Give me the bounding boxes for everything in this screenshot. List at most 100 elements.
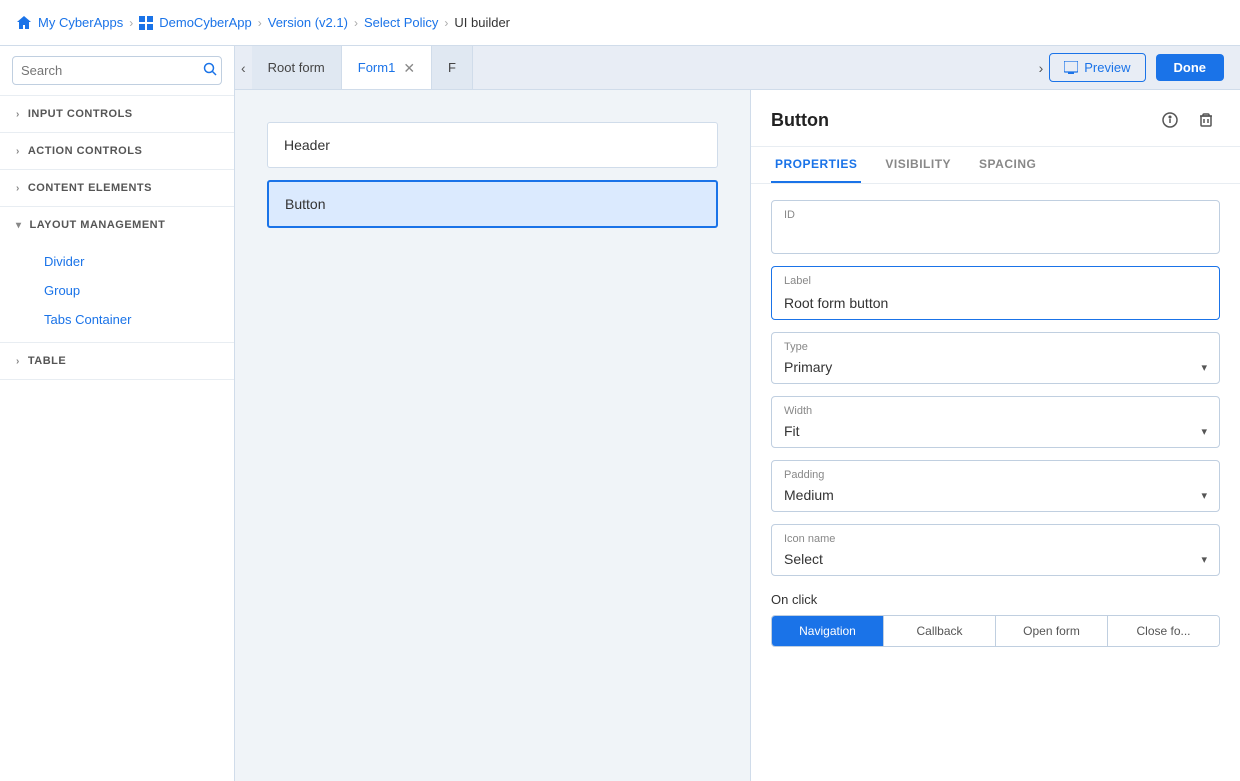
sidebar-section-input-controls: › INPUT CONTROLS <box>0 96 234 133</box>
tab-f[interactable]: F <box>432 46 473 89</box>
panel-tabs: PROPERTIES VISIBILITY SPACING <box>751 147 1240 184</box>
on-click-tab-navigation-label: Navigation <box>799 624 856 638</box>
sidebar-item-divider[interactable]: Divider <box>32 247 234 276</box>
canvas-header-label: Header <box>284 137 330 153</box>
tab-visibility[interactable]: VISIBILITY <box>881 147 955 183</box>
chevron-down-icon-layout: ▾ <box>16 220 22 231</box>
chevron-down-icon-padding: ▾ <box>1201 489 1207 502</box>
content-row: Header Button Button <box>235 90 1240 781</box>
sidebar-item-tabs-container[interactable]: Tabs Container <box>32 305 234 334</box>
canvas-button-label: Button <box>285 196 325 212</box>
field-width[interactable]: Width Fit ▾ <box>771 396 1220 448</box>
panel-content: ID Label Type Primary ▾ <box>751 184 1240 781</box>
tab-spacing[interactable]: SPACING <box>975 147 1040 183</box>
sidebar-section-header-action-controls[interactable]: › ACTION CONTROLS <box>0 133 234 169</box>
info-button[interactable] <box>1156 106 1184 134</box>
field-id: ID <box>771 200 1220 254</box>
sidebar-section-label-table: TABLE <box>28 355 66 367</box>
delete-button[interactable] <box>1192 106 1220 134</box>
on-click-label: On click <box>771 592 1220 607</box>
field-label: Label <box>771 266 1220 320</box>
sidebar-section-action-controls: › ACTION CONTROLS <box>0 133 234 170</box>
search-input[interactable] <box>21 63 197 78</box>
done-button[interactable]: Done <box>1156 54 1225 81</box>
canvas-button-element[interactable]: Button <box>267 180 718 228</box>
sidebar-section-label-action-controls: ACTION CONTROLS <box>28 145 142 157</box>
breadcrumb-sep-2: › <box>258 16 262 30</box>
breadcrumb-policy[interactable]: Select Policy <box>364 15 438 30</box>
on-click-tab-close-form-label: Close fo... <box>1136 624 1190 638</box>
chevron-right-icon: › <box>16 109 20 120</box>
field-padding-select[interactable]: Medium ▾ <box>772 461 1219 511</box>
sidebar-section-table: › TABLE <box>0 343 234 380</box>
search-input-wrap <box>12 56 222 85</box>
sidebar-section-header-content-elements[interactable]: › CONTENT ELEMENTS <box>0 170 234 206</box>
field-icon-name-value: Select <box>784 551 823 567</box>
field-width-value: Fit <box>784 423 800 439</box>
field-type[interactable]: Type Primary ▾ <box>771 332 1220 384</box>
breadcrumb-app[interactable]: DemoCyberApp <box>139 15 252 30</box>
breadcrumb-home-label: My CyberApps <box>38 15 123 30</box>
preview-label: Preview <box>1084 60 1130 75</box>
field-type-value: Primary <box>784 359 832 375</box>
field-id-input[interactable] <box>772 201 1219 253</box>
tab-prev-button[interactable]: ‹ <box>235 46 252 89</box>
field-padding[interactable]: Padding Medium ▾ <box>771 460 1220 512</box>
home-icon <box>16 15 32 31</box>
tab-properties-label: PROPERTIES <box>775 157 857 171</box>
on-click-tab-navigation[interactable]: Navigation <box>772 616 884 646</box>
field-padding-value: Medium <box>784 487 834 503</box>
right-panel-title: Button <box>771 110 829 131</box>
tab-properties[interactable]: PROPERTIES <box>771 147 861 183</box>
breadcrumb-sep-1: › <box>129 16 133 30</box>
tab-bar-tabs: Root form Form1 ✕ F <box>252 46 1033 89</box>
sidebar-section-header-table[interactable]: › TABLE <box>0 343 234 379</box>
breadcrumb-app-label: DemoCyberApp <box>159 15 252 30</box>
breadcrumb-builder-label: UI builder <box>454 15 510 30</box>
search-bar <box>0 46 234 96</box>
sidebar-section-content-elements: › CONTENT ELEMENTS <box>0 170 234 207</box>
tab-next-button[interactable]: › <box>1033 46 1050 89</box>
sidebar-section-header-input-controls[interactable]: › INPUT CONTROLS <box>0 96 234 132</box>
canvas-header-element[interactable]: Header <box>267 122 718 168</box>
sidebar-section-label-input-controls: INPUT CONTROLS <box>28 108 133 120</box>
done-label: Done <box>1174 60 1207 75</box>
chevron-down-icon-icon-name: ▾ <box>1201 553 1207 566</box>
sidebar: › INPUT CONTROLS › ACTION CONTROLS › CON… <box>0 46 235 781</box>
breadcrumb-policy-label: Select Policy <box>364 15 438 30</box>
search-button[interactable] <box>203 62 217 79</box>
breadcrumb-sep-4: › <box>444 16 448 30</box>
sidebar-section-header-layout-management[interactable]: ▾ LAYOUT MANAGEMENT <box>0 207 234 243</box>
on-click-tabs: Navigation Callback Open form Close fo..… <box>771 615 1220 647</box>
preview-button[interactable]: Preview <box>1049 53 1145 82</box>
on-click-tab-callback-label: Callback <box>916 624 962 638</box>
breadcrumb-home[interactable]: My CyberApps <box>16 15 123 31</box>
sidebar-section-layout-management: ▾ LAYOUT MANAGEMENT Divider Group Tabs C… <box>0 207 234 343</box>
tab-bar-wrapper: ‹ Root form Form1 ✕ F › <box>235 46 1240 90</box>
field-width-select[interactable]: Fit ▾ <box>772 397 1219 447</box>
right-panel-header: Button <box>751 90 1240 147</box>
breadcrumb-version[interactable]: Version (v2.1) <box>268 15 348 30</box>
breadcrumb-builder: UI builder <box>454 15 510 30</box>
field-icon-name-select[interactable]: Select ▾ <box>772 525 1219 575</box>
right-panel-actions <box>1156 106 1220 134</box>
sidebar-section-label-layout-management: LAYOUT MANAGEMENT <box>30 219 166 231</box>
preview-icon <box>1064 61 1078 75</box>
tab-spacing-label: SPACING <box>979 157 1036 171</box>
field-label-input[interactable] <box>772 267 1219 319</box>
on-click-tab-close-form[interactable]: Close fo... <box>1108 616 1219 646</box>
tab-bar-actions: Preview Done <box>1049 53 1240 82</box>
field-icon-name[interactable]: Icon name Select ▾ <box>771 524 1220 576</box>
tab-form1[interactable]: Form1 ✕ <box>342 46 432 89</box>
sidebar-item-group[interactable]: Group <box>32 276 234 305</box>
tab-root-form[interactable]: Root form <box>252 46 342 89</box>
chevron-down-icon-type: ▾ <box>1201 361 1207 374</box>
tab-form1-close[interactable]: ✕ <box>403 61 415 75</box>
grid-icon <box>139 16 153 30</box>
on-click-tab-callback[interactable]: Callback <box>884 616 996 646</box>
field-type-select[interactable]: Primary ▾ <box>772 333 1219 383</box>
on-click-tab-open-form[interactable]: Open form <box>996 616 1108 646</box>
center-right-wrapper: ‹ Root form Form1 ✕ F › <box>235 46 1240 781</box>
breadcrumb-bar: My CyberApps › DemoCyberApp › Version (v… <box>0 0 1240 46</box>
right-panel: Button <box>750 90 1240 781</box>
